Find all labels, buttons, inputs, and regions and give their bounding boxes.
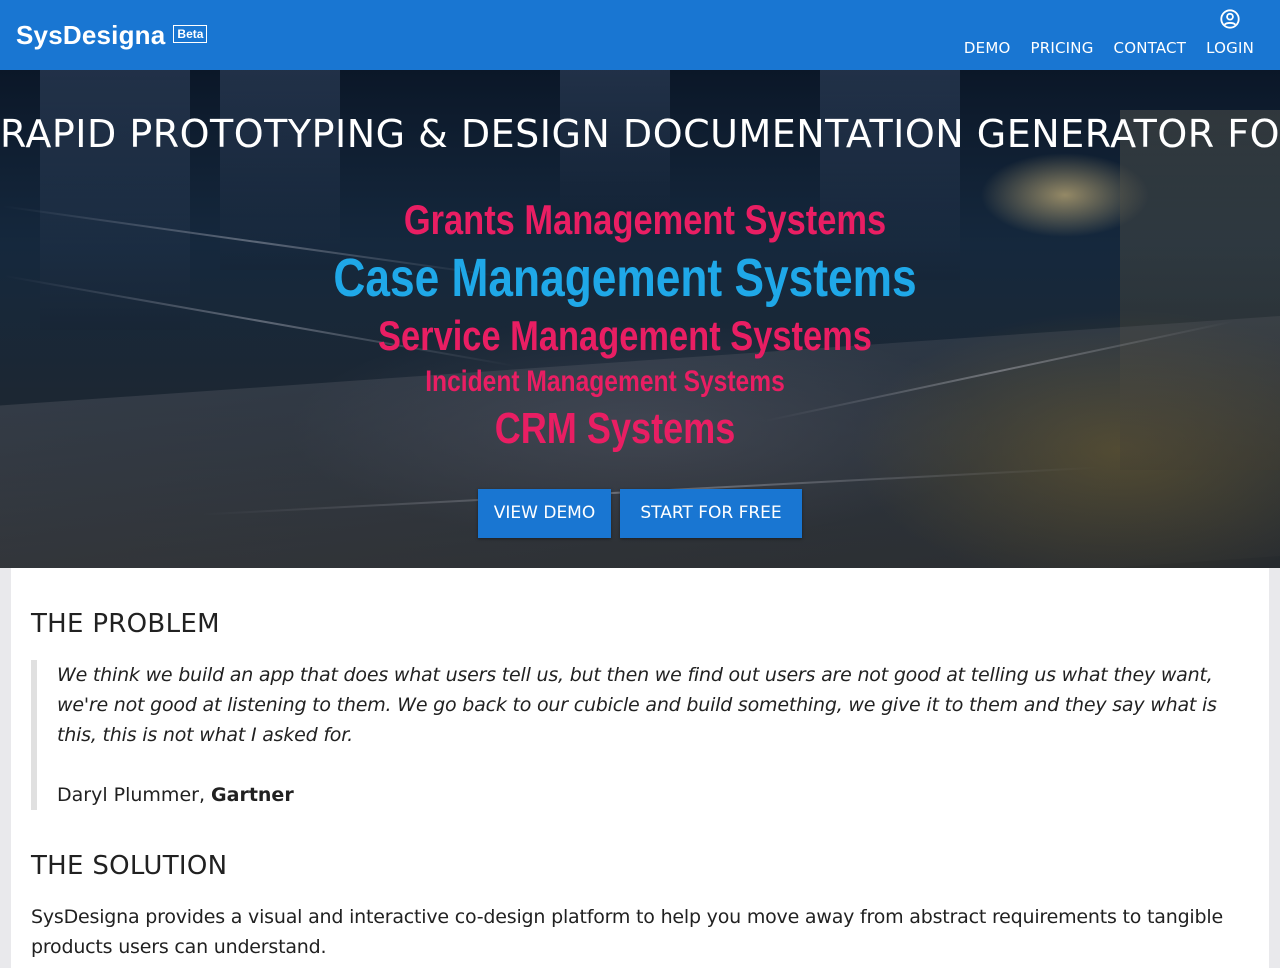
brand-name: SysDesigna: [16, 20, 166, 50]
quote-attribution: Daryl Plummer, Gartner: [57, 780, 1251, 810]
hero-actions: VIEW DEMO START FOR FREE: [0, 489, 1280, 538]
quote-text: We think we build an app that does what …: [57, 664, 1217, 746]
beta-badge: Beta: [173, 25, 208, 43]
top-app-bar: SysDesigna Beta DEMO PRICING CONTACT LOG…: [0, 0, 1280, 70]
hero-banner: RAPID PROTOTYPING & DESIGN DOCUMENTATION…: [0, 70, 1280, 568]
main-nav: DEMO PRICING CONTACT LOGIN: [964, 9, 1254, 58]
nav-demo[interactable]: DEMO: [964, 38, 1011, 58]
nav-login[interactable]: LOGIN: [1206, 9, 1254, 58]
nav-pricing[interactable]: PRICING: [1031, 38, 1094, 58]
start-for-free-button[interactable]: START FOR FREE: [620, 489, 802, 538]
system-item-service: Service Management Systems: [378, 312, 872, 359]
system-item-case: Case Management Systems: [333, 248, 917, 308]
problem-quote: We think we build an app that does what …: [31, 660, 1251, 810]
problem-heading: THE PROBLEM: [31, 609, 220, 639]
quote-organization: Gartner: [211, 784, 294, 806]
content-card: THE PROBLEM We think we build an app tha…: [11, 568, 1269, 968]
quote-author: Daryl Plummer,: [57, 784, 205, 806]
system-item-crm: CRM Systems: [494, 404, 736, 453]
system-item-grants: Grants Management Systems: [403, 196, 887, 243]
hero-title: RAPID PROTOTYPING & DESIGN DOCUMENTATION…: [0, 112, 1280, 156]
solution-heading: THE SOLUTION: [31, 851, 228, 881]
nav-login-label: LOGIN: [1206, 39, 1254, 57]
brand[interactable]: SysDesigna Beta: [16, 19, 208, 51]
nav-contact[interactable]: CONTACT: [1114, 38, 1187, 58]
systems-list: Grants Management Systems Case Managemen…: [0, 194, 1280, 456]
solution-text: SysDesigna provides a visual and interac…: [31, 906, 1223, 958]
account-circle-icon[interactable]: [1219, 8, 1241, 30]
view-demo-button[interactable]: VIEW DEMO: [478, 489, 611, 538]
system-item-incident: Incident Management Systems: [425, 365, 785, 398]
